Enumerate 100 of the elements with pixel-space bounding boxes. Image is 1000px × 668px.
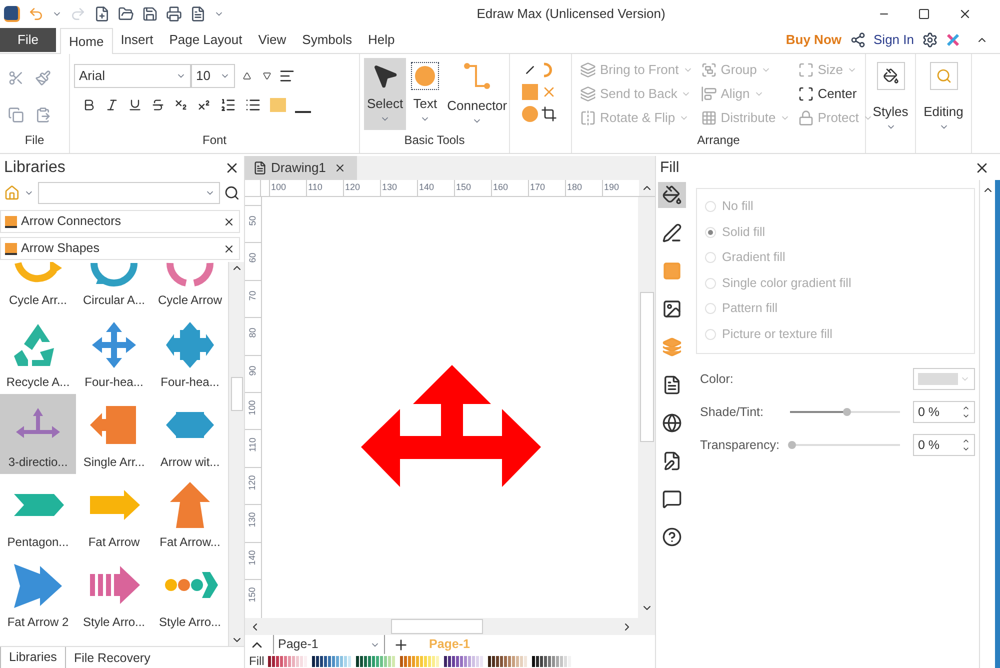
library-search-field[interactable] [38,182,220,204]
document-icon [662,375,682,395]
subscript-icon[interactable] [174,98,188,112]
text-tool-icon [411,62,440,90]
maximize-icon[interactable] [918,8,930,20]
line-spacing-icon[interactable] [220,97,236,113]
percent-field[interactable]: 0 % [913,401,975,423]
list-icon[interactable] [245,97,261,113]
save-icon[interactable] [142,6,158,22]
ribbon-tab[interactable]: Symbols [294,27,360,53]
help-icon [662,527,682,547]
editing-button[interactable]: Editing [916,54,972,153]
scrollbar-thumb[interactable] [391,619,483,634]
library-shape[interactable]: Style Arro... [152,554,228,634]
sign-in-link[interactable]: Sign In [874,30,914,50]
ribbon-tab[interactable]: Insert [112,27,162,53]
slider[interactable] [790,441,900,449]
close-icon[interactable] [334,162,346,174]
settings-icon[interactable] [922,32,938,48]
new-file-icon[interactable] [94,6,110,22]
close-icon[interactable] [223,216,235,228]
library-shape[interactable]: Four-hea... [152,314,228,394]
side-tool-button[interactable] [658,182,686,208]
document-tab[interactable]: Drawing1 [245,156,357,180]
library-shape[interactable]: Circular A... [76,262,152,314]
cut-icon[interactable] [8,70,24,86]
add-page-icon[interactable] [393,636,409,652]
slider-label: Shade/Tint: [699,404,764,421]
ribbon-tab[interactable]: Home [60,28,113,54]
paste-icon[interactable] [34,106,50,122]
library-shape[interactable]: Single Arr... [76,394,152,474]
search-icon[interactable] [224,185,240,201]
library-shape[interactable]: Cycle Arrow [152,262,228,314]
center-icon [798,86,814,102]
scrollbar-thumb[interactable] [230,377,242,411]
italic-icon[interactable] [105,98,119,112]
percent-field[interactable]: 0 % [913,434,975,456]
group-label: File [24,132,46,149]
bold-icon[interactable] [82,98,96,112]
scrollbar[interactable] [228,262,244,646]
file-menu-button[interactable]: File [0,28,56,52]
drawing-canvas[interactable] [262,197,638,618]
font-name-field[interactable]: Arial [74,64,191,88]
library-shape[interactable]: Cycle Arr... [0,262,76,314]
increment-icon[interactable] [962,404,970,412]
close-icon[interactable] [223,242,235,254]
superscript-icon[interactable] [197,98,211,112]
grid-icon [700,110,717,126]
copy-icon[interactable] [8,106,24,122]
library-shape[interactable]: Arrow wit... [152,394,228,474]
comment-icon [662,489,682,509]
slider-thumb[interactable] [843,408,851,416]
share-icon[interactable] [850,32,866,48]
font-size-field[interactable]: 10 [191,64,235,88]
library-category[interactable]: Arrow Shapes [0,237,240,260]
align-icon[interactable] [279,68,295,84]
lock-icon [798,110,814,126]
crop-icon[interactable] [540,106,556,122]
library-shape[interactable]: Pentagon... [0,474,76,554]
underline-icon[interactable] [128,98,142,112]
panel-tab[interactable]: File Recovery [66,647,158,668]
decrement-icon[interactable] [962,412,970,420]
decrement-icon[interactable] [962,445,970,453]
fill-label: Fill [249,653,264,668]
brush-icon[interactable] [34,70,50,86]
scrollbar-thumb[interactable] [640,292,654,442]
colorful-x-icon[interactable] [946,33,960,47]
tool-button[interactable]: Select [364,58,406,130]
search-icon [936,68,952,84]
three-way-arrow-shape[interactable] [361,365,543,489]
library-shape[interactable]: Fat Arrow [76,474,152,554]
slider[interactable] [790,408,900,416]
ribbon-tab[interactable]: View [250,27,294,53]
color-dropdown[interactable] [913,368,975,390]
tool-button[interactable]: Text [408,58,442,130]
folder-icon[interactable] [118,6,134,22]
library-shape[interactable]: Four-hea... [76,314,152,394]
ribbon-tab[interactable]: Help [360,27,403,53]
tool-button[interactable]: Connector [444,58,510,130]
ribbon-tab[interactable]: Page Layout [161,27,250,53]
library-shape[interactable]: 3-directio... [0,394,76,474]
document-edit-icon [662,451,682,471]
slider-thumb[interactable] [788,441,796,449]
increment-icon[interactable] [962,437,970,445]
print-icon[interactable] [166,6,182,22]
library-shape[interactable]: Style Arro... [76,554,152,634]
align-icon [700,86,717,102]
layers-icon [662,337,682,357]
panel-tab[interactable]: Libraries [0,647,66,668]
color-palette-drawing[interactable] [268,656,572,666]
flip-icon [580,110,596,126]
library-shape[interactable]: Fat Arrow 2 [0,554,76,634]
app-logo-icon [4,6,20,22]
styles-button[interactable]: Styles [866,54,916,153]
library-category[interactable]: Arrow Connectors [0,210,240,233]
window-title: Edraw Max (Unlicensed Version) [476,4,666,23]
library-shape[interactable]: Fat Arrow... [152,474,228,554]
strikethrough-icon[interactable] [151,98,165,112]
library-shape[interactable]: Recycle A... [0,314,76,394]
document-icon[interactable] [190,6,206,22]
